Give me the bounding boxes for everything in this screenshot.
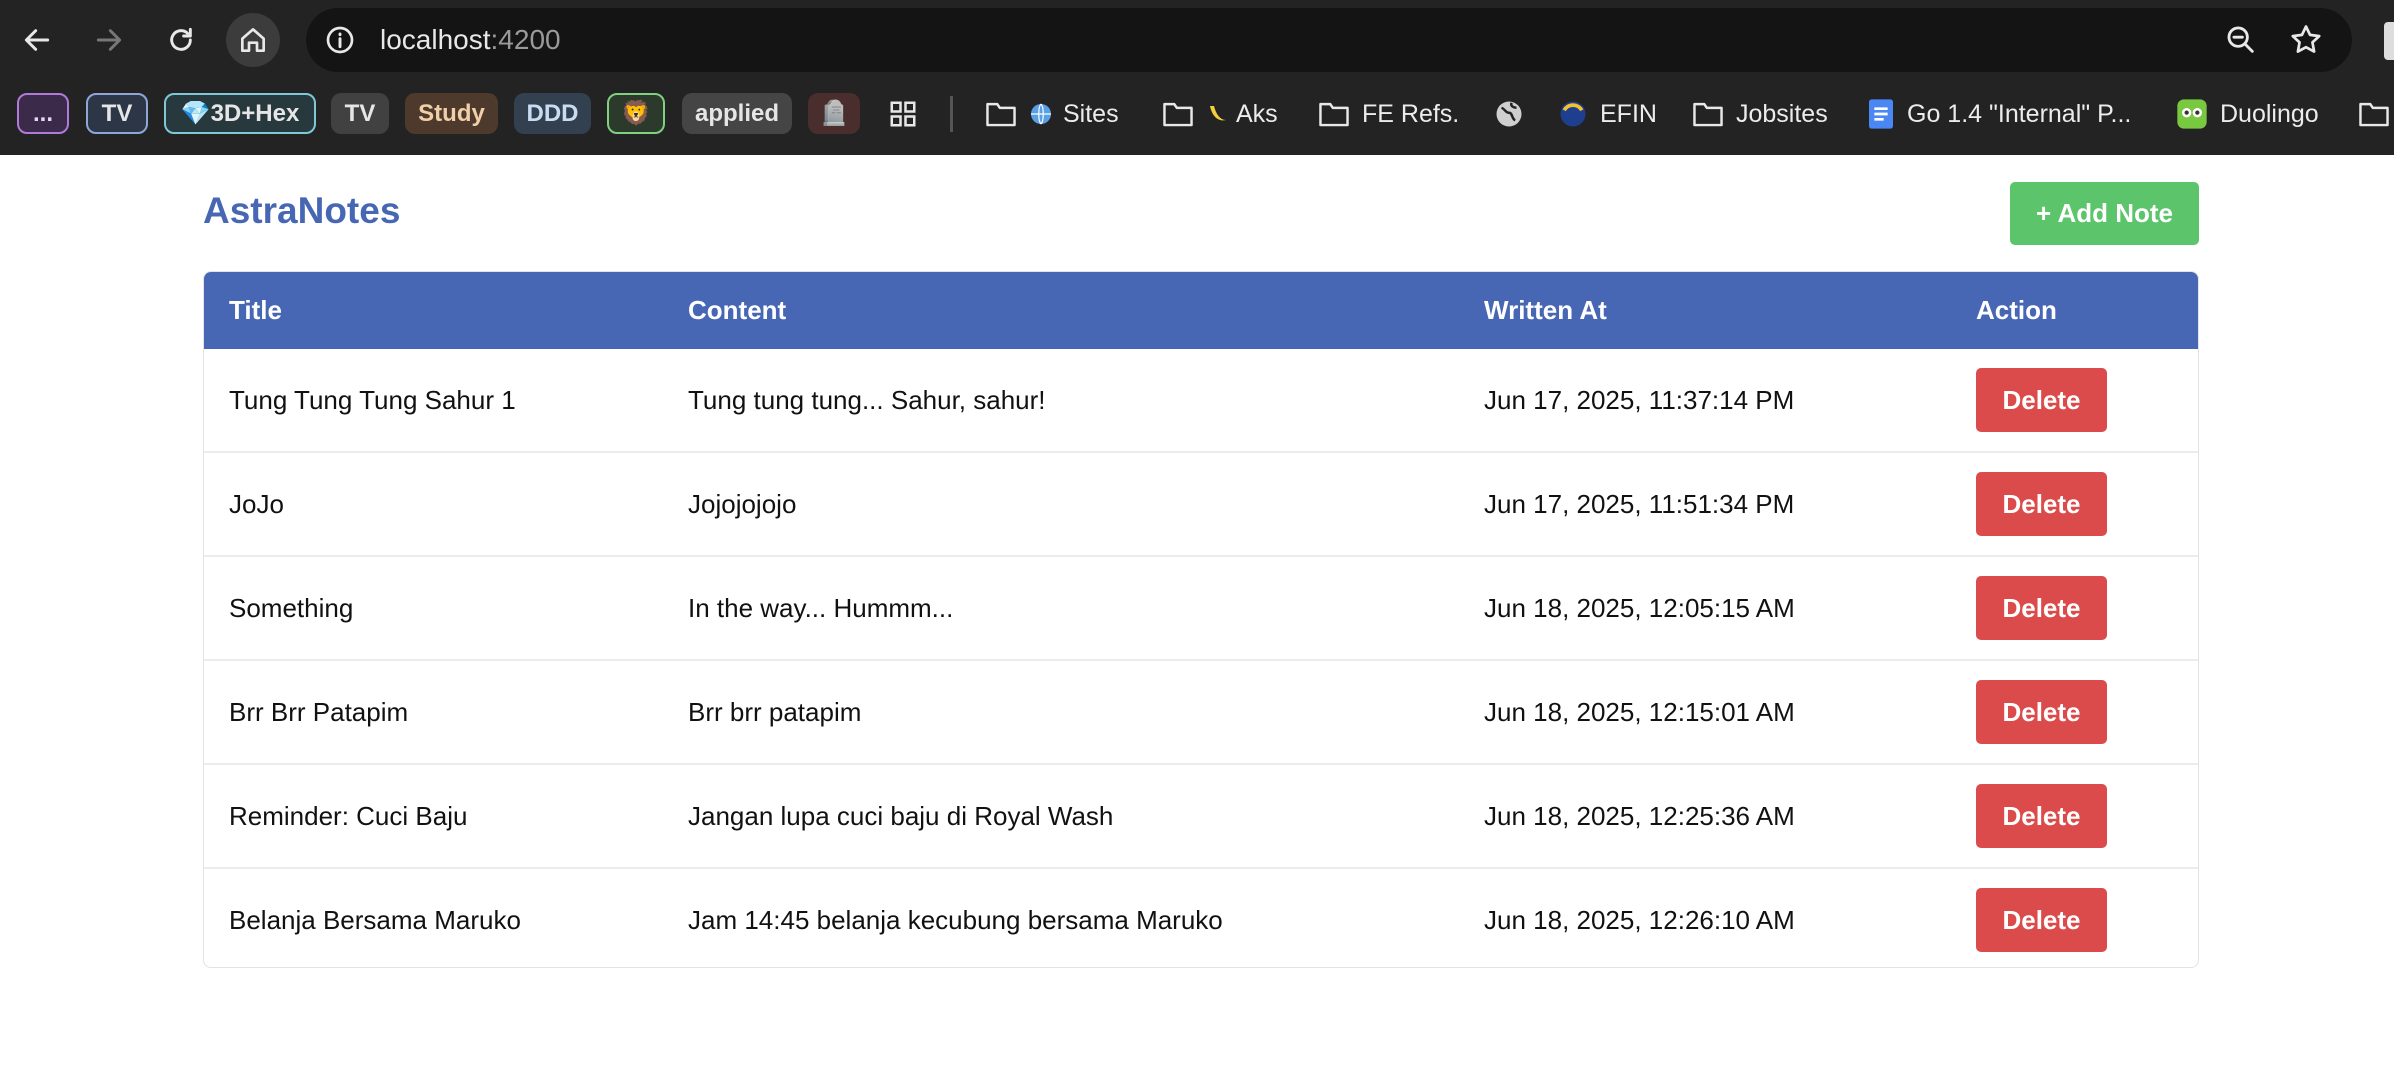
address-url[interactable]: localhost:4200 xyxy=(380,8,561,72)
table-row: Reminder: Cuci Baju Jangan lupa cuci baj… xyxy=(204,765,2198,869)
folder-icon xyxy=(1319,102,1349,127)
tab-group-emoji[interactable]: 🦁 xyxy=(607,93,665,134)
delete-button[interactable]: Delete xyxy=(1976,472,2107,536)
bookmark-label: EFIN xyxy=(1600,99,1657,128)
note-written-at: Jun 18, 2025, 12:15:01 AM xyxy=(1484,697,1795,727)
bookmark-label: Duolingo xyxy=(2220,99,2319,128)
table-header: Title Content Written At Action xyxy=(204,272,2198,349)
add-note-button[interactable]: + Add Note xyxy=(2010,182,2199,245)
star-icon[interactable] xyxy=(2288,22,2324,58)
note-title: JoJo xyxy=(229,489,284,519)
bookmark-globe[interactable] xyxy=(1494,92,1536,136)
note-title: Reminder: Cuci Baju xyxy=(229,801,468,831)
url-host: localhost xyxy=(380,24,491,55)
note-title: Belanja Bersama Maruko xyxy=(229,905,521,935)
note-written-at: Jun 18, 2025, 12:25:36 AM xyxy=(1484,801,1795,831)
table-row: JoJo Jojojojojo Jun 17, 2025, 11:51:34 P… xyxy=(204,453,2198,557)
site-info-icon[interactable] xyxy=(324,24,356,56)
table-row: Brr Brr Patapim Brr brr patapim Jun 18, … xyxy=(204,661,2198,765)
reload-icon xyxy=(170,27,192,51)
bookmark-duolingo[interactable]: Duolingo xyxy=(2176,92,2319,136)
note-content: Tung tung tung... Sahur, sahur! xyxy=(688,385,1046,415)
bookmark-folder-aks[interactable]: Aks xyxy=(1162,92,1278,136)
notes-table: Title Content Written At Action Tung Tun… xyxy=(203,271,2199,968)
delete-button[interactable]: Delete xyxy=(1976,368,2107,432)
note-title: Tung Tung Tung Sahur 1 xyxy=(229,385,516,415)
column-header-title: Title xyxy=(229,295,282,325)
folder-icon xyxy=(2359,102,2389,127)
folder-icon xyxy=(1163,102,1193,127)
bookmark-label: Aks xyxy=(1236,99,1278,128)
note-title: Something xyxy=(229,593,354,623)
note-content: Brr brr patapim xyxy=(688,697,862,727)
tab-group-tv[interactable]: TV xyxy=(86,93,148,134)
column-header-action: Action xyxy=(1976,295,2057,325)
bookmark-folder-jobsites[interactable]: Jobsites xyxy=(1692,92,1828,136)
tab-group-3dhex[interactable]: 💎3D+Hex xyxy=(164,93,316,134)
apps-button[interactable] xyxy=(888,92,930,136)
bookmark-label: FE Refs. xyxy=(1362,99,1460,128)
bookmark-folder-sites[interactable]: Sites xyxy=(985,92,1119,136)
delete-button[interactable]: Delete xyxy=(1976,784,2107,848)
zoom-icon[interactable] xyxy=(2224,23,2258,57)
world-icon xyxy=(1496,101,1522,127)
apps-grid-icon xyxy=(890,101,916,127)
browser-chrome: localhost:4200 ... TV 💎3D+Hex TV Study D… xyxy=(0,0,2394,155)
table-row: Belanja Bersama Maruko Jam 14:45 belanja… xyxy=(204,869,2198,967)
note-content: In the way... Hummm... xyxy=(688,593,954,623)
bookmark-folder-overflow[interactable] xyxy=(2358,92,2394,136)
bookmark-label: Jobsites xyxy=(1736,99,1828,128)
column-header-content: Content xyxy=(688,295,787,325)
duolingo-icon xyxy=(2177,99,2207,129)
bookmark-label: Go 1.4 "Internal" P... xyxy=(1907,99,2132,128)
url-port: :4200 xyxy=(490,24,561,55)
tab-group-more[interactable]: ... xyxy=(17,93,69,134)
delete-button[interactable]: Delete xyxy=(1976,888,2107,952)
note-content: Jam 14:45 belanja kecubung bersama Maruk… xyxy=(688,905,1223,935)
note-content: Jojojojojo xyxy=(688,489,797,519)
browser-toolbar: localhost:4200 xyxy=(0,0,2394,80)
folder-icon xyxy=(986,102,1016,127)
app-title: AstraNotes xyxy=(203,190,401,231)
back-button[interactable] xyxy=(10,13,64,67)
bookmark-folder-fe-refs[interactable]: FE Refs. xyxy=(1318,92,1459,136)
home-icon xyxy=(241,28,265,52)
tab-group-applied[interactable]: applied xyxy=(682,93,792,134)
table-row: Tung Tung Tung Sahur 1 Tung tung tung...… xyxy=(204,349,2198,453)
bookmark-efin[interactable]: EFIN xyxy=(1558,92,1657,136)
delete-button[interactable]: Delete xyxy=(1976,576,2107,640)
google-docs-icon xyxy=(1869,99,1893,129)
globe-icon xyxy=(1031,103,1051,125)
forward-button[interactable] xyxy=(82,13,136,67)
bookmark-label: Sites xyxy=(1063,99,1119,128)
table-row: Something In the way... Hummm... Jun 18,… xyxy=(204,557,2198,661)
note-title: Brr Brr Patapim xyxy=(229,697,409,727)
delete-button[interactable]: Delete xyxy=(1976,680,2107,744)
note-written-at: Jun 17, 2025, 11:51:34 PM xyxy=(1484,489,1795,519)
tab-group-ddd[interactable]: DDD xyxy=(514,93,591,134)
note-written-at: Jun 18, 2025, 12:26:10 AM xyxy=(1484,905,1795,935)
bookmarks-separator xyxy=(950,96,953,132)
banana-icon xyxy=(1210,106,1226,121)
folder-icon xyxy=(1693,102,1723,127)
extension-edge xyxy=(2384,22,2394,60)
note-written-at: Jun 18, 2025, 12:05:15 AM xyxy=(1484,593,1795,623)
efin-logo-icon xyxy=(1560,101,1586,127)
tab-group-tv-2[interactable]: TV xyxy=(331,93,389,134)
tab-group-study[interactable]: Study xyxy=(405,93,498,134)
forward-icon xyxy=(96,29,122,51)
note-content: Jangan lupa cuci baju di Royal Wash xyxy=(688,801,1114,831)
home-button[interactable] xyxy=(226,13,280,67)
tab-group-emoji-2[interactable]: 🪦 xyxy=(808,93,860,134)
bookmark-go14[interactable]: Go 1.4 "Internal" P... xyxy=(1867,92,2131,136)
reload-button[interactable] xyxy=(154,13,208,67)
note-written-at: Jun 17, 2025, 11:37:14 PM xyxy=(1484,385,1795,415)
address-bar[interactable]: localhost:4200 xyxy=(306,8,2352,72)
column-header-written-at: Written At xyxy=(1484,295,1607,325)
back-icon xyxy=(24,29,50,51)
bookmarks-bar: ... TV 💎3D+Hex TV Study DDD 🦁 applied 🪦 … xyxy=(0,84,2394,144)
